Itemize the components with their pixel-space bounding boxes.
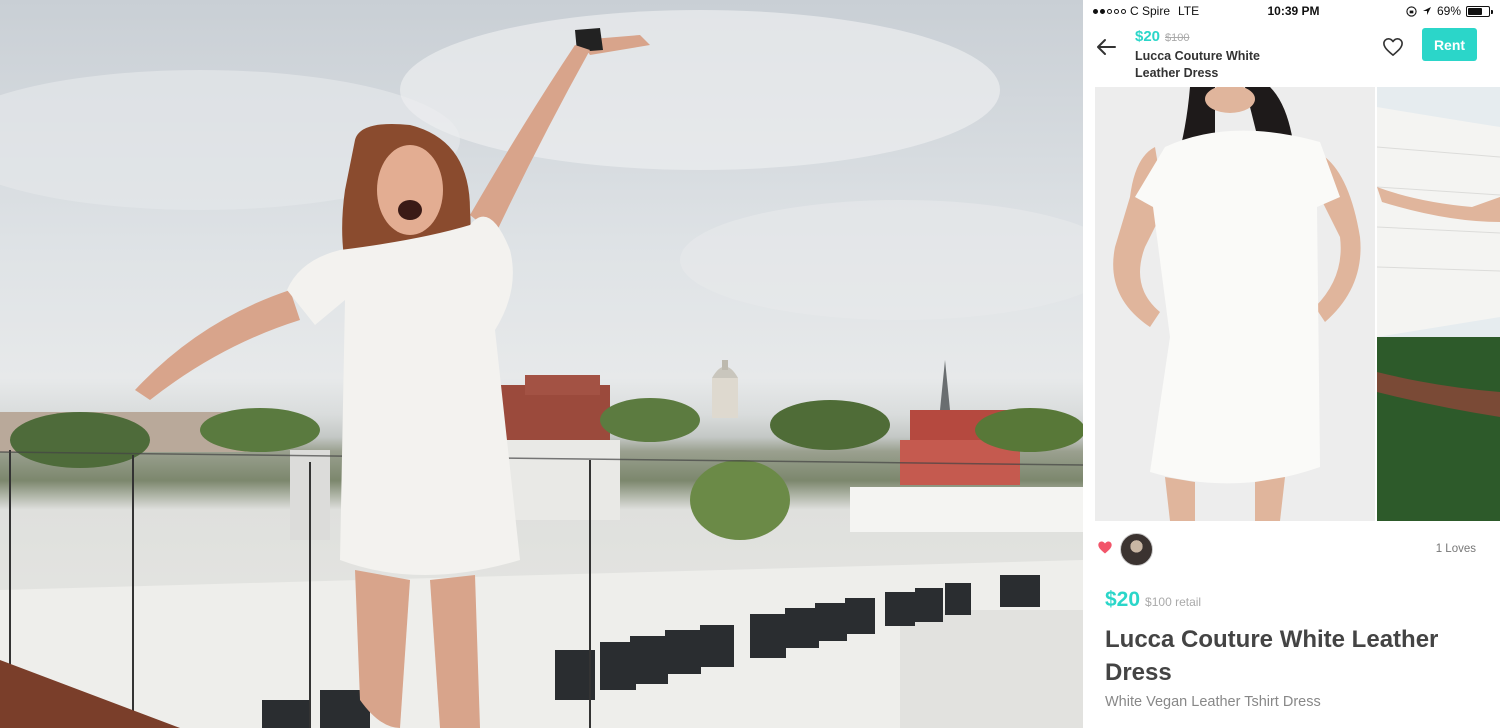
model-dress-image [1095,87,1375,521]
rotation-lock-icon [1406,5,1417,17]
product-header: $20 $100 Lucca Couture White Leather Dre… [1087,22,1500,86]
product-gallery[interactable] [1095,87,1500,521]
price-row: $20 $100 retail [1105,588,1201,612]
location-icon [1422,7,1431,15]
heart-outline-icon [1383,38,1403,56]
header-title: Lucca Couture White Leather Dress [1135,49,1261,80]
favorite-button[interactable] [1380,34,1406,60]
status-right: 69% [1406,4,1493,18]
next-dress-image [1377,87,1500,521]
product-title: Lucca Couture White Leather Dress [1105,626,1439,686]
product-image-next[interactable] [1377,87,1500,521]
battery-icon [1466,5,1493,17]
loves-count: 1 Loves [1435,543,1476,555]
phone-screen: C Spire LTE 10:39 PM 69% $20 $100 Lucca … [1087,0,1500,728]
status-bar: C Spire LTE 10:39 PM 69% [1087,0,1500,22]
lifestyle-photo [0,0,1083,728]
retail-price: $100 retail [1145,595,1202,609]
heart-filled-icon[interactable] [1097,540,1113,555]
battery-percent: 69% [1436,4,1461,18]
avatar[interactable] [1120,533,1153,566]
header-retail-price: $100 [1165,32,1190,44]
rent-button[interactable]: Rent [1422,28,1477,61]
back-button[interactable] [1093,34,1119,60]
header-price-row: $20 $100 [1135,28,1190,45]
product-subtitle: White Vegan Leather Tshirt Dress [1105,694,1321,710]
back-arrow-icon [1097,39,1116,55]
rental-price: $20 [1105,588,1141,611]
header-price: $20 [1135,28,1161,45]
rooftop-scene [0,10,1083,728]
product-image-main[interactable] [1095,87,1375,521]
social-row: 1 Loves [1087,530,1500,570]
